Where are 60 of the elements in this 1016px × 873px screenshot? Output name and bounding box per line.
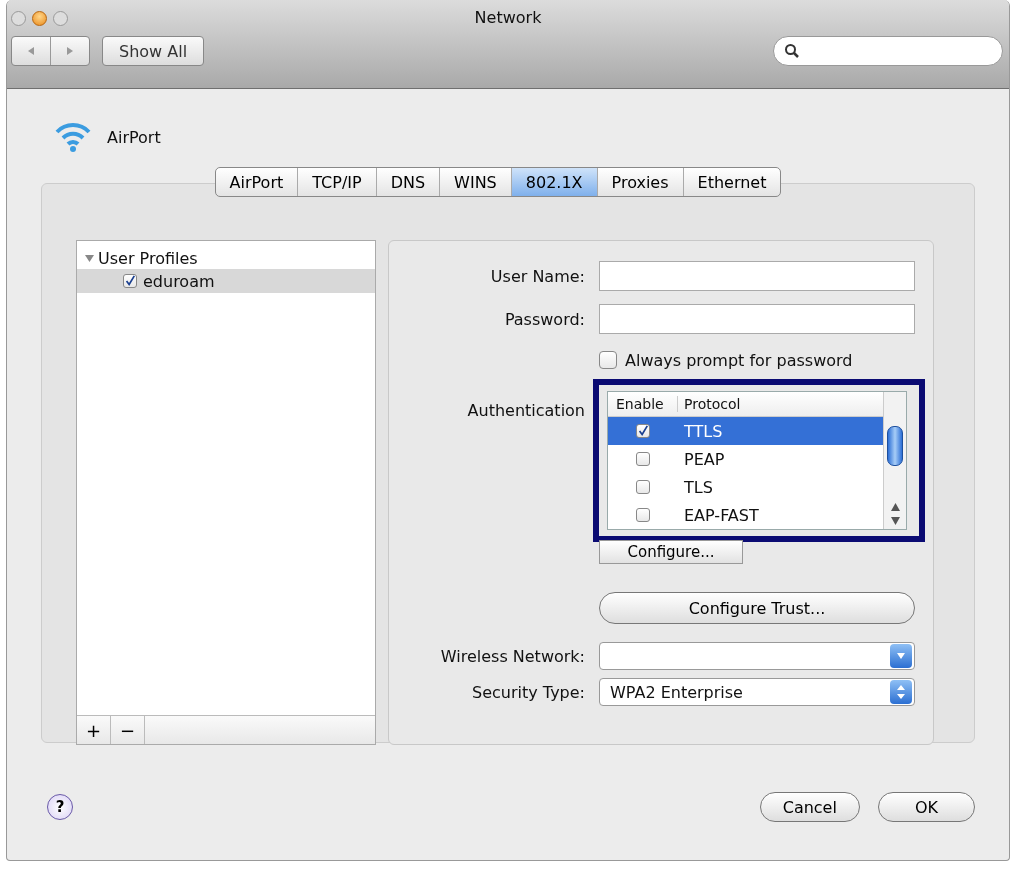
show-all-button[interactable]: Show All (102, 36, 205, 66)
column-header[interactable]: Enable (608, 396, 678, 412)
tab[interactable]: WINS (439, 168, 511, 196)
wifi-icon (53, 120, 93, 154)
profile-item[interactable]: eduroam (77, 269, 375, 293)
configure-trust-button[interactable]: Configure Trust... (599, 592, 915, 624)
field-label: User Name: (489, 266, 585, 286)
checkbox[interactable] (599, 351, 617, 369)
field-label: Authentication (466, 401, 585, 420)
protocol-name: PEAP (683, 449, 725, 469)
checkbox[interactable] (636, 424, 650, 438)
dialog-button[interactable]: Cancel (759, 792, 860, 822)
help-button[interactable]: ? (47, 794, 73, 820)
service-name: AirPort (107, 127, 161, 147)
field-label: Security Type: (471, 682, 585, 702)
list-button[interactable]: − (111, 716, 145, 744)
table-row[interactable]: TLS (608, 473, 883, 501)
down-arrow-icon (896, 652, 906, 660)
up-arrow-icon[interactable] (890, 503, 900, 511)
table-row[interactable]: PEAP (608, 445, 883, 473)
checkbox[interactable] (636, 480, 650, 494)
user-name-field[interactable] (599, 261, 915, 291)
protocol-name: EAP-FAST (683, 505, 759, 525)
up-down-arrows-icon (896, 684, 906, 700)
tab[interactable]: Proxies (596, 168, 683, 196)
configure-button[interactable]: Configure... (599, 540, 743, 564)
group-label: User Profiles (98, 248, 198, 268)
list-button[interactable]: + (77, 716, 111, 744)
dialog-button[interactable]: OK (877, 792, 975, 822)
table-row[interactable]: EAP-FAST (608, 501, 883, 529)
zoom-button[interactable] (53, 10, 68, 26)
table-row[interactable]: TTLS (608, 417, 883, 445)
checkbox[interactable] (123, 274, 137, 288)
search-icon (784, 43, 800, 59)
scroll-thumb[interactable] (887, 426, 903, 466)
tab[interactable]: Ethernet (682, 168, 781, 196)
down-arrow-icon[interactable] (890, 517, 900, 525)
column-header[interactable]: Protocol (678, 396, 741, 412)
checkbox[interactable] (636, 508, 650, 522)
window-title: Network (474, 8, 542, 27)
password-field[interactable] (599, 304, 915, 334)
minimize-button[interactable] (32, 10, 47, 26)
scroll-bar[interactable] (883, 392, 906, 529)
protocol-name: TLS (683, 477, 713, 497)
checkbox-label: Always prompt for password (625, 350, 853, 370)
wireless-network-combo[interactable] (599, 642, 915, 670)
left-arrow-icon (26, 46, 36, 56)
protocol-name: TTLS (683, 421, 723, 441)
field-label: Password: (503, 309, 585, 329)
search-field[interactable] (773, 36, 1003, 66)
right-arrow-icon (65, 46, 75, 56)
security-type-popup[interactable]: WPA2 Enterprise (599, 678, 915, 706)
close-button[interactable] (11, 10, 26, 26)
checkbox[interactable] (636, 452, 650, 466)
disclosure-triangle-icon[interactable] (85, 253, 94, 263)
tab[interactable]: AirPort (215, 168, 298, 196)
field-label: Wireless Network: (439, 646, 585, 666)
tab[interactable]: TCP/IP (297, 168, 376, 196)
tab[interactable]: 802.1X (510, 168, 597, 196)
tab[interactable]: DNS (375, 168, 440, 196)
